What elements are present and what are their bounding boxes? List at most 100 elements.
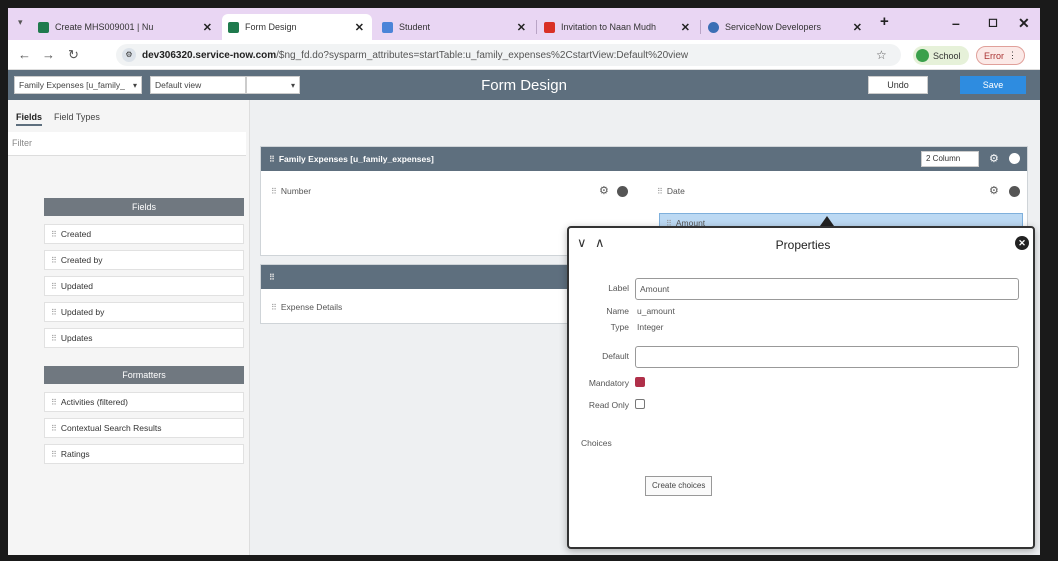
close-icon[interactable]: ✕ (1015, 236, 1029, 250)
palette-field-created-by[interactable]: ⠿ Created by (44, 250, 244, 270)
tab-field-types[interactable]: Field Types (54, 112, 100, 122)
address-bar: ← → ↻ dev306320.service-now.com /$ng_fd.… (8, 40, 1040, 70)
palette-formatter-contextual-search[interactable]: ⠿ Contextual Search Results (44, 418, 244, 438)
drag-handle-icon[interactable]: ⠿ (271, 303, 277, 312)
section-gear-icon[interactable]: ⚙ (989, 152, 999, 165)
profile-avatar (916, 49, 929, 62)
section-remove-icon[interactable] (1009, 153, 1020, 164)
palette-field-created[interactable]: ⠿ Created (44, 224, 244, 244)
browser-window: ▾ Create MHS009001 | Nu ✕ Form Design ✕ … (8, 8, 1040, 555)
drag-handle-icon[interactable]: ⠿ (51, 398, 57, 407)
close-tab-icon[interactable]: ✕ (203, 21, 212, 34)
bookmark-star-icon[interactable]: ☆ (876, 48, 887, 62)
tab-strip: ▾ Create MHS009001 | Nu ✕ Form Design ✕ … (8, 8, 1040, 40)
palette-field-updated[interactable]: ⠿ Updated (44, 276, 244, 296)
field-label: Expense Details (280, 302, 343, 312)
read-only-checkbox[interactable] (635, 399, 645, 409)
form-field-date[interactable]: ⠿ Date (651, 181, 1021, 201)
tab-servicenow-developers[interactable]: ServiceNow Developers ✕ (702, 14, 870, 40)
palette-item-label: Updated by (60, 307, 105, 317)
name-field-label: Name (606, 306, 629, 316)
minimize-button[interactable]: – (952, 15, 960, 31)
drag-handle-icon[interactable]: ⠿ (51, 450, 57, 459)
close-window-button[interactable]: ✕ (1018, 15, 1030, 32)
label-field-label: Label (608, 283, 629, 293)
maximize-button[interactable]: ◻ (988, 15, 998, 29)
dialog-title: Properties (775, 238, 831, 252)
default-field-label: Default (602, 351, 629, 361)
gmail-favicon-icon (544, 21, 555, 33)
tab-create-record[interactable]: Create MHS009001 | Nu ✕ (32, 14, 220, 40)
form-field-number[interactable]: ⠿ Number (265, 181, 635, 201)
filter-input[interactable]: Filter (8, 132, 246, 156)
section-header[interactable]: ⠿ Family Expenses [u_family_expenses] (261, 147, 1027, 171)
tab-label: Create MHS009001 | Nu (55, 22, 154, 32)
drag-handle-icon[interactable]: ⠿ (51, 256, 57, 265)
close-tab-icon[interactable]: ✕ (853, 21, 862, 34)
drag-handle-icon[interactable]: ⠿ (271, 187, 277, 196)
url-input[interactable]: dev306320.service-now.com /$ng_fd.do?sys… (116, 44, 901, 66)
field-remove-icon[interactable] (617, 186, 628, 197)
document-favicon-icon (382, 21, 393, 33)
reload-icon[interactable]: ↻ (68, 47, 79, 63)
drag-handle-icon[interactable]: ⠿ (269, 155, 275, 164)
name-value: u_amount (637, 306, 675, 316)
type-field-label: Type (610, 322, 629, 332)
undo-button[interactable]: Undo (868, 76, 928, 94)
form-field-expense-details[interactable]: ⠿ Expense Details (265, 297, 565, 317)
servicenow-favicon-icon (38, 21, 49, 33)
drag-handle-icon[interactable]: ⠿ (657, 187, 663, 196)
tab-label: Invitation to Naan Mudh (561, 22, 657, 32)
palette-field-updated-by[interactable]: ⠿ Updated by (44, 302, 244, 322)
field-label: Number (280, 186, 312, 196)
close-tab-icon[interactable]: ✕ (355, 21, 364, 34)
field-gear-icon[interactable]: ⚙ (989, 184, 999, 197)
columns-select[interactable]: 2 Column (921, 151, 979, 167)
drag-handle-icon[interactable]: ⠿ (51, 424, 57, 433)
drag-handle-icon[interactable]: ⠿ (51, 334, 57, 343)
tab-search-chevron-icon[interactable]: ▾ (18, 17, 23, 28)
close-tab-icon[interactable]: ✕ (681, 21, 690, 34)
tab-invitation[interactable]: Invitation to Naan Mudh ✕ (538, 14, 698, 40)
palette-item-label: Created by (60, 255, 103, 265)
tab-label: Student (399, 22, 431, 32)
mandatory-field-label: Mandatory (588, 378, 629, 388)
error-label: Error (984, 50, 1004, 61)
new-tab-button[interactable]: + (880, 13, 889, 30)
close-tab-icon[interactable]: ✕ (517, 21, 526, 34)
tab-form-design[interactable]: Form Design ✕ (222, 14, 372, 40)
label-input[interactable]: Amount (635, 278, 1019, 300)
default-input[interactable] (635, 346, 1019, 368)
palette-formatter-ratings[interactable]: ⠿ Ratings (44, 444, 244, 464)
tab-separator (700, 20, 701, 34)
app-header: Family Expenses [u_family_ ▾ Default vie… (8, 70, 1040, 100)
palette-item-label: Updated (60, 281, 93, 291)
tab-fields[interactable]: Fields (16, 112, 43, 126)
drag-handle-icon[interactable]: ⠿ (51, 282, 57, 291)
kebab-menu-icon[interactable]: ⋮ (1008, 50, 1017, 61)
properties-dialog: ∨ ∧ Properties ✕ Label Amount Name u_amo… (567, 226, 1035, 549)
site-info-icon[interactable]: ⚙ (122, 48, 136, 62)
url-host: dev306320.service-now.com (142, 49, 277, 61)
field-remove-icon[interactable] (1009, 186, 1020, 197)
browser-error-button[interactable]: Error ⋮ (976, 46, 1025, 65)
field-gear-icon[interactable]: ⚙ (599, 184, 609, 197)
formatters-section-header: Formatters (44, 366, 244, 384)
tab-label: ServiceNow Developers (725, 22, 822, 32)
palette-field-updates[interactable]: ⠿ Updates (44, 328, 244, 348)
palette-item-label: Updates (60, 333, 93, 343)
drag-handle-icon[interactable]: ⠿ (51, 230, 57, 239)
drag-handle-icon[interactable]: ⠿ (51, 308, 57, 317)
palette-item-label: Contextual Search Results (60, 423, 162, 433)
profile-button[interactable]: School (913, 46, 969, 65)
create-choices-button[interactable]: Create choices (645, 476, 713, 496)
tab-student[interactable]: Student ✕ (376, 14, 534, 40)
mandatory-checkbox[interactable] (635, 377, 645, 387)
field-palette: Fields Field Types Filter Fields ⠿ Create… (8, 100, 250, 555)
back-icon[interactable]: ← (18, 47, 31, 62)
drag-handle-icon[interactable]: ⠿ (269, 273, 275, 282)
palette-formatter-activities[interactable]: ⠿ Activities (filtered) (44, 392, 244, 412)
palette-item-label: Activities (filtered) (60, 397, 128, 407)
forward-icon[interactable]: → (42, 47, 55, 62)
save-button[interactable]: Save (960, 76, 1026, 94)
